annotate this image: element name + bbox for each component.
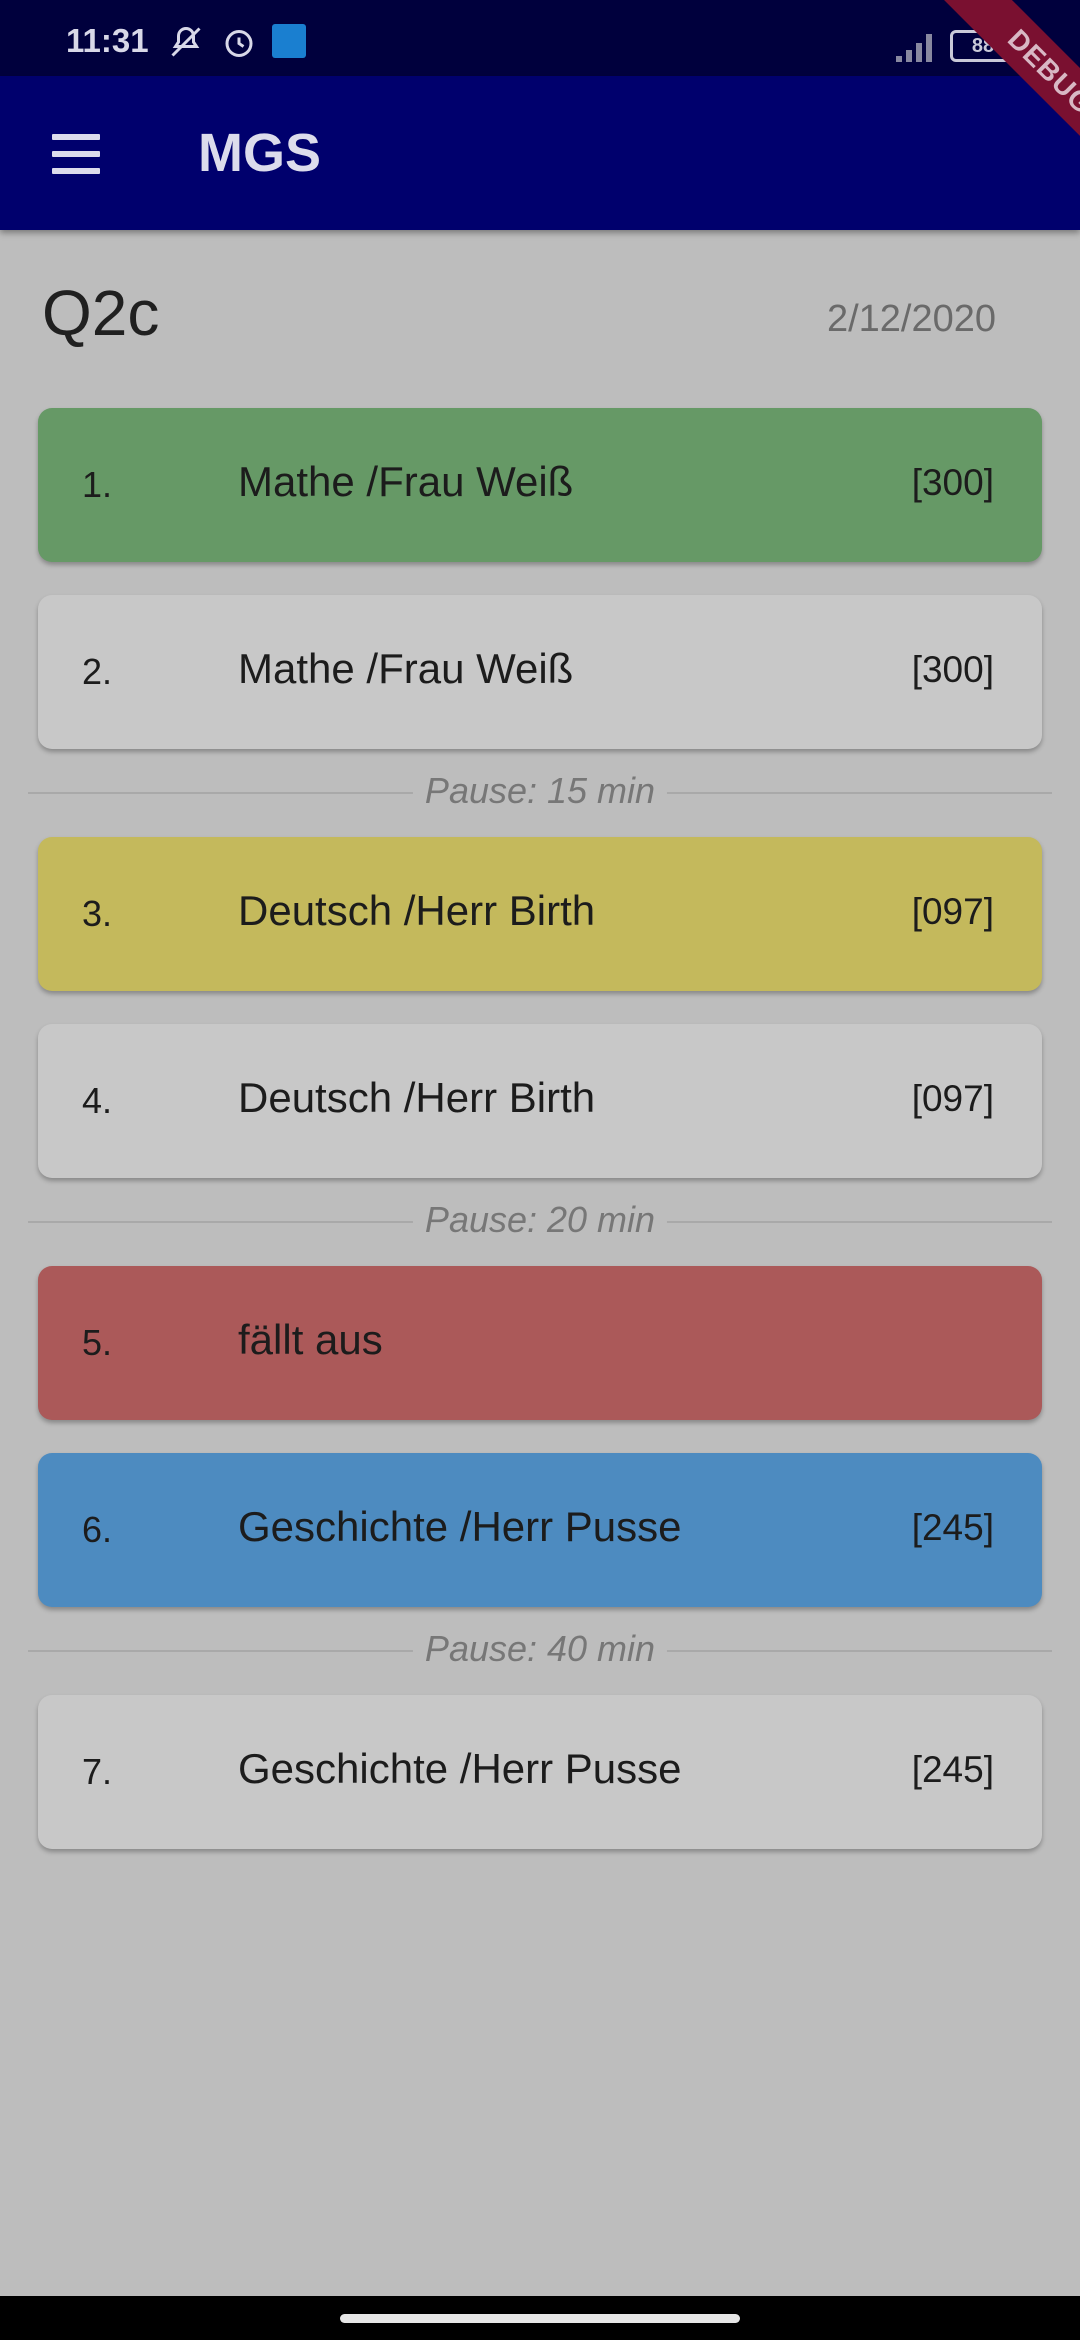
period-room: [300] <box>911 649 994 690</box>
period-number: 2. <box>82 651 113 692</box>
period-card[interactable]: 4. Deutsch /Herr Birth [097] <box>38 1024 1042 1178</box>
period-room: [245] <box>911 1507 994 1548</box>
period-subject: Mathe /Frau Weiß <box>238 645 574 692</box>
period-number: 5. <box>82 1322 113 1363</box>
pause-divider: Pause: 40 min <box>28 1628 1052 1672</box>
period-subject: fällt aus <box>238 1316 383 1363</box>
pause-label: Pause: 40 min <box>412 1628 668 1670</box>
notifications-off-icon <box>171 26 201 57</box>
pause-divider: Pause: 20 min <box>28 1199 1052 1243</box>
app-title: MGS <box>198 123 322 183</box>
period-card[interactable]: 6. Geschichte /Herr Pusse [245] <box>38 1453 1042 1607</box>
period-subject: Deutsch /Herr Birth <box>238 887 596 934</box>
period-number: 4. <box>82 1080 113 1121</box>
period-number: 7. <box>82 1751 113 1792</box>
app-notification-icon <box>272 24 306 58</box>
period-number: 6. <box>82 1509 113 1550</box>
period-subject: Mathe /Frau Weiß <box>238 458 574 505</box>
date-label: 2/12/2020 <box>826 298 996 340</box>
period-room: [300] <box>911 462 994 503</box>
period-subject: Deutsch /Herr Birth <box>238 1074 596 1121</box>
period-card[interactable]: 7. Geschichte /Herr Pusse [245] <box>38 1695 1042 1849</box>
period-subject: Geschichte /Herr Pusse <box>238 1503 682 1550</box>
navigation-bar <box>0 2296 1080 2340</box>
app-bar: MGS <box>0 76 1080 230</box>
period-card[interactable]: 1. Mathe /Frau Weiß [300] <box>38 408 1042 562</box>
period-room: [245] <box>911 1749 994 1790</box>
period-room: [097] <box>911 1078 994 1119</box>
period-card[interactable]: 2. Mathe /Frau Weiß [300] <box>38 595 1042 749</box>
pause-label: Pause: 15 min <box>412 770 668 812</box>
period-room: [097] <box>911 891 994 932</box>
alarm-icon <box>225 30 253 57</box>
period-card[interactable]: 3. Deutsch /Herr Birth [097] <box>38 837 1042 991</box>
status-time: 11:31 <box>66 22 149 59</box>
pause-divider: Pause: 15 min <box>28 770 1052 814</box>
home-indicator[interactable] <box>340 2314 740 2323</box>
period-subject: Geschichte /Herr Pusse <box>238 1745 682 1792</box>
status-bar: 11:31 88 <box>0 0 1080 76</box>
period-number: 1. <box>82 464 113 505</box>
pause-label: Pause: 20 min <box>412 1199 668 1241</box>
period-card[interactable]: 5. fällt aus <box>38 1266 1042 1420</box>
class-name: Q2c <box>42 277 160 349</box>
period-number: 3. <box>82 893 113 934</box>
signal-icon <box>896 34 932 62</box>
menu-button[interactable] <box>40 124 112 184</box>
